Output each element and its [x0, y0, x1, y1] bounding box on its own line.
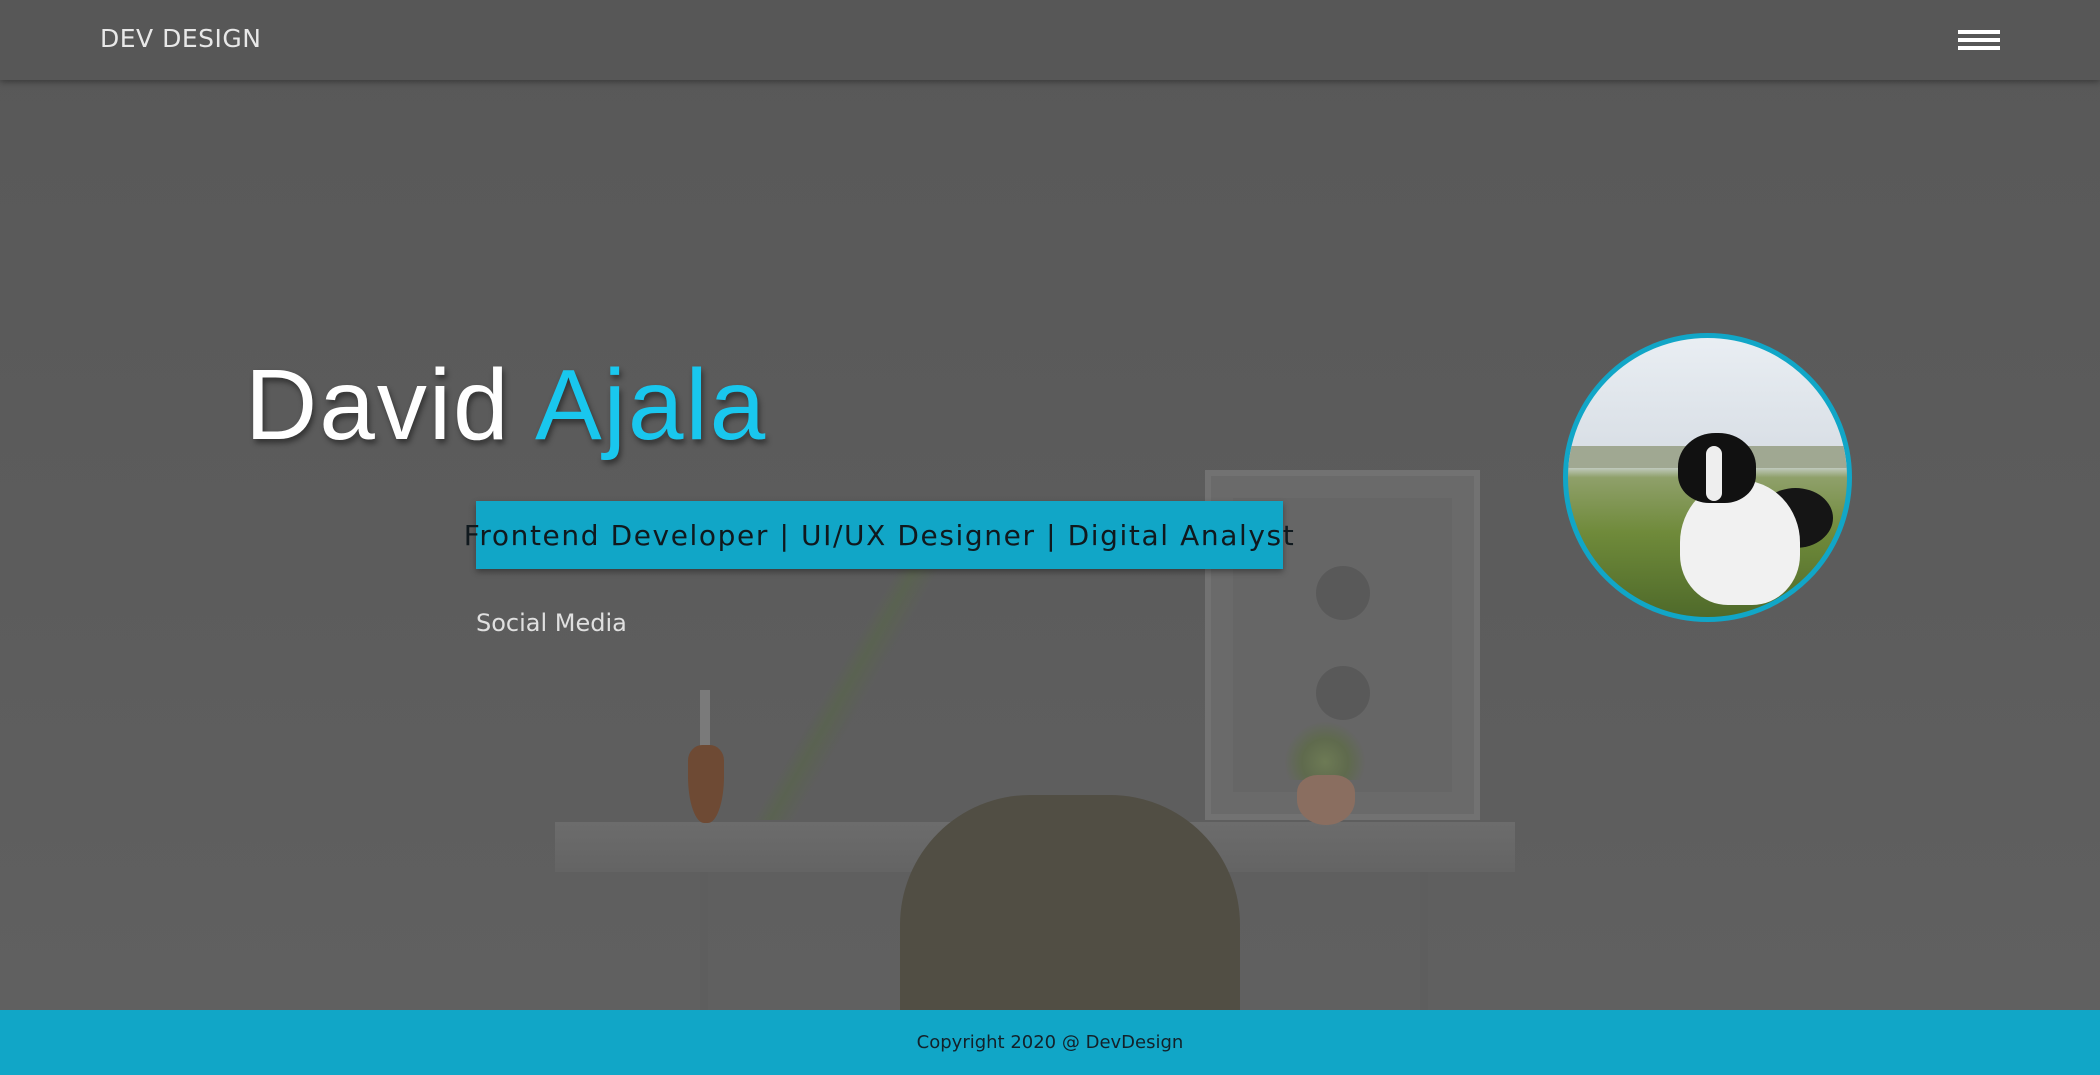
desk-leg [700, 872, 708, 1010]
potted-plant [1285, 720, 1365, 780]
last-name: Ajala [534, 349, 768, 461]
hero-name: David Ajala [245, 348, 767, 463]
footer: Copyright 2020 @ DevDesign [0, 1010, 2100, 1075]
navbar: DEV DESIGN [0, 0, 2100, 80]
wooden-vase [688, 745, 724, 823]
copyright-text: Copyright 2020 @ DevDesign [916, 1032, 1184, 1053]
first-name: David [245, 349, 511, 461]
desk-leg [1420, 872, 1428, 1010]
tagline-banner: Frontend Developer | UI/UX Designer | Di… [464, 501, 1294, 569]
tagline: Frontend Developer | UI/UX Designer | Di… [463, 518, 1296, 552]
profile-avatar [1563, 333, 1852, 622]
social-media-link[interactable]: Social Media [476, 609, 627, 637]
plant-branch [755, 570, 965, 820]
chair [900, 795, 1240, 1010]
candle [700, 690, 710, 748]
plant-pot [1297, 775, 1355, 825]
site-logo[interactable]: DEV DESIGN [100, 24, 261, 53]
hamburger-menu-icon[interactable] [1958, 28, 2002, 54]
